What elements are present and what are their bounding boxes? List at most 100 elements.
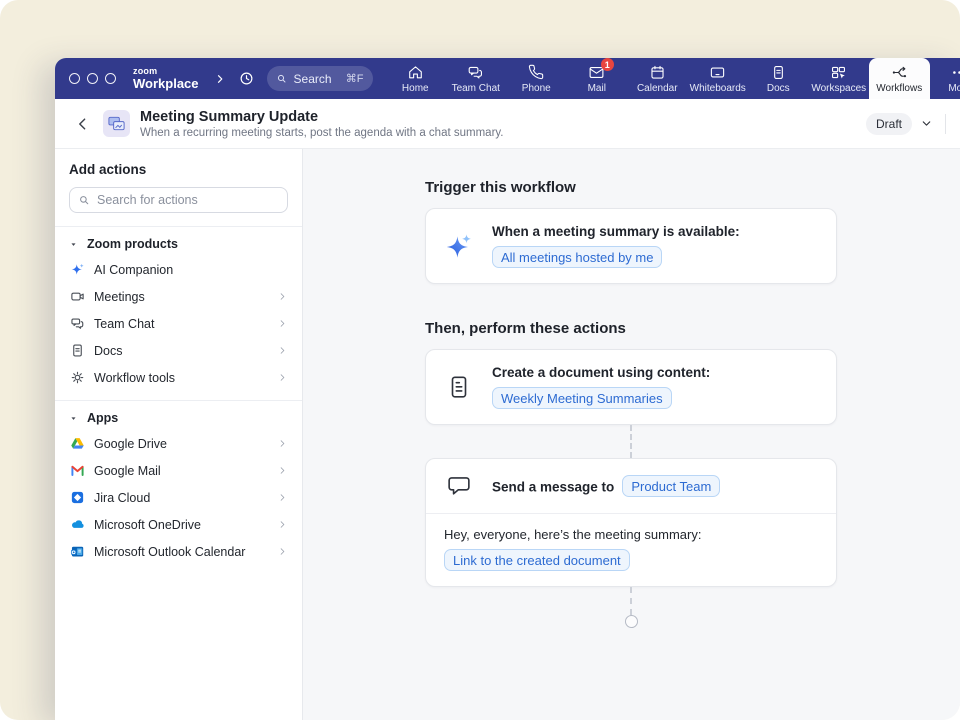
caret-down-icon bbox=[69, 240, 78, 249]
chevron-right-icon bbox=[277, 492, 288, 503]
global-search[interactable]: Search ⌘F bbox=[267, 66, 373, 91]
home-icon bbox=[406, 63, 424, 81]
workflow-canvas: Trigger this workflow W bbox=[303, 149, 960, 720]
nav-item-docs[interactable]: Docs bbox=[748, 58, 809, 99]
workflow-thumbnail-icon bbox=[103, 110, 130, 137]
sidebar-item-docs[interactable]: Docs bbox=[55, 337, 302, 364]
header-divider bbox=[945, 114, 946, 134]
chevron-right-icon bbox=[277, 318, 288, 329]
nav-item-calendar[interactable]: Calendar bbox=[627, 58, 688, 99]
ai-sparkle-icon bbox=[444, 231, 474, 261]
back-button[interactable] bbox=[71, 112, 95, 136]
nav-item-phone[interactable]: Phone bbox=[506, 58, 567, 99]
nav-label: Calendar bbox=[637, 83, 678, 94]
calendar-icon bbox=[648, 63, 666, 81]
sidebar-item-google-drive[interactable]: Google Drive bbox=[55, 430, 302, 457]
sidebar-item-workflow-tools[interactable]: Workflow tools bbox=[55, 364, 302, 391]
search-actions-input[interactable] bbox=[97, 193, 279, 207]
sidebar-item-team-chat[interactable]: Team Chat bbox=[55, 310, 302, 337]
document-icon bbox=[444, 374, 474, 400]
message-bubble-icon bbox=[444, 473, 474, 499]
flow-connector bbox=[630, 425, 632, 458]
section-apps[interactable]: Apps bbox=[55, 401, 302, 430]
nav-label: Workspaces bbox=[811, 83, 866, 94]
trigger-scope-chip[interactable]: All meetings hosted by me bbox=[492, 246, 662, 268]
sidebar-title: Add actions bbox=[55, 162, 302, 177]
nav-label: Team Chat bbox=[452, 83, 500, 94]
sidebar-item-microsoft-outlook-calendar[interactable]: Microsoft Outlook Calendar bbox=[55, 538, 302, 565]
action-card-title: Create a document using content: bbox=[492, 365, 710, 380]
more-icon bbox=[951, 63, 960, 81]
nav-item-more[interactable]: More bbox=[930, 58, 960, 99]
window-control[interactable] bbox=[105, 73, 116, 84]
chevron-right-icon bbox=[277, 291, 288, 302]
history-icon[interactable] bbox=[238, 70, 255, 87]
message-body-text[interactable]: Hey, everyone, here’s the meeting summar… bbox=[444, 527, 818, 542]
search-shortcut: ⌘F bbox=[346, 72, 364, 85]
nav-item-mail[interactable]: 1 Mail bbox=[567, 58, 628, 99]
nav-label: Phone bbox=[522, 83, 551, 94]
chevron-right-icon bbox=[277, 345, 288, 356]
workflow-header: Meeting Summary Update When a recurring … bbox=[55, 99, 960, 149]
team-chat-icon bbox=[69, 316, 85, 332]
nav-label: Docs bbox=[767, 83, 790, 94]
microsoft-onedrive-icon bbox=[69, 517, 85, 533]
flow-end-node[interactable] bbox=[625, 615, 638, 628]
nav-label: Workflows bbox=[876, 83, 922, 94]
gear-icon bbox=[69, 370, 85, 386]
sidebar-item-label: Google Mail bbox=[94, 464, 161, 478]
brand-zoom: zoom bbox=[133, 67, 199, 76]
sidebar-item-label: Workflow tools bbox=[94, 371, 175, 385]
window-control[interactable] bbox=[87, 73, 98, 84]
docs-icon bbox=[769, 63, 787, 81]
nav-item-workspaces[interactable]: Workspaces bbox=[809, 58, 870, 99]
sidebar-item-label: Microsoft OneDrive bbox=[94, 518, 201, 532]
trigger-card[interactable]: When a meeting summary is available: All… bbox=[425, 208, 837, 284]
team-chat-icon bbox=[467, 63, 485, 81]
flow-connector bbox=[630, 587, 632, 615]
nav-label: Home bbox=[402, 83, 429, 94]
message-recipient-chip[interactable]: Product Team bbox=[622, 475, 720, 497]
whiteboards-icon bbox=[709, 63, 727, 81]
document-content-chip[interactable]: Weekly Meeting Summaries bbox=[492, 387, 672, 409]
window-control[interactable] bbox=[69, 73, 80, 84]
page-title: Meeting Summary Update bbox=[140, 109, 504, 125]
sidebar-item-meetings[interactable]: Meetings bbox=[55, 283, 302, 310]
nav-item-whiteboards[interactable]: Whiteboards bbox=[688, 58, 749, 99]
sidebar-item-google-mail[interactable]: Google Mail bbox=[55, 457, 302, 484]
sidebar-item-microsoft-onedrive[interactable]: Microsoft OneDrive bbox=[55, 511, 302, 538]
action-search[interactable] bbox=[69, 187, 288, 213]
actions-heading: Then, perform these actions bbox=[425, 320, 837, 337]
chevron-right-icon[interactable] bbox=[214, 73, 226, 85]
search-label: Search bbox=[294, 72, 332, 86]
caret-down-icon bbox=[69, 414, 78, 423]
google-drive-icon bbox=[69, 436, 85, 452]
meetings-icon bbox=[69, 289, 85, 305]
google-mail-icon bbox=[69, 463, 85, 479]
nav-item-team-chat[interactable]: Team Chat bbox=[446, 58, 507, 99]
microsoft-outlook-calendar-icon bbox=[69, 544, 85, 560]
section-zoom-products[interactable]: Zoom products bbox=[55, 227, 302, 256]
ai-companion-icon bbox=[69, 262, 85, 278]
action-card-send-message[interactable]: Send a message toProduct Team Hey, every… bbox=[425, 458, 837, 587]
mail-icon: 1 bbox=[588, 63, 606, 81]
sidebar-item-label: Team Chat bbox=[94, 317, 154, 331]
sidebar-item-label: AI Companion bbox=[94, 263, 173, 277]
section-label: Apps bbox=[87, 411, 118, 425]
sidebar-item-label: Meetings bbox=[94, 290, 145, 304]
sidebar-item-jira-cloud[interactable]: Jira Cloud bbox=[55, 484, 302, 511]
document-link-chip[interactable]: Link to the created document bbox=[444, 549, 630, 571]
nav-label: Whiteboards bbox=[690, 83, 746, 94]
status-badge[interactable]: Draft bbox=[866, 113, 912, 135]
section-label: Zoom products bbox=[87, 237, 178, 251]
sidebar-item-ai-companion[interactable]: AI Companion bbox=[55, 256, 302, 283]
nav-item-home[interactable]: Home bbox=[385, 58, 446, 99]
zoom-workplace-logo: zoom Workplace bbox=[133, 67, 199, 90]
search-icon bbox=[78, 194, 91, 207]
top-navbar: zoom Workplace Search ⌘F bbox=[55, 58, 960, 99]
chevron-right-icon bbox=[277, 546, 288, 557]
nav-item-workflows[interactable]: Workflows bbox=[869, 58, 930, 99]
chevron-down-icon[interactable] bbox=[920, 117, 933, 130]
action-card-create-document[interactable]: Create a document using content: Weekly … bbox=[425, 349, 837, 425]
chevron-right-icon bbox=[277, 438, 288, 449]
